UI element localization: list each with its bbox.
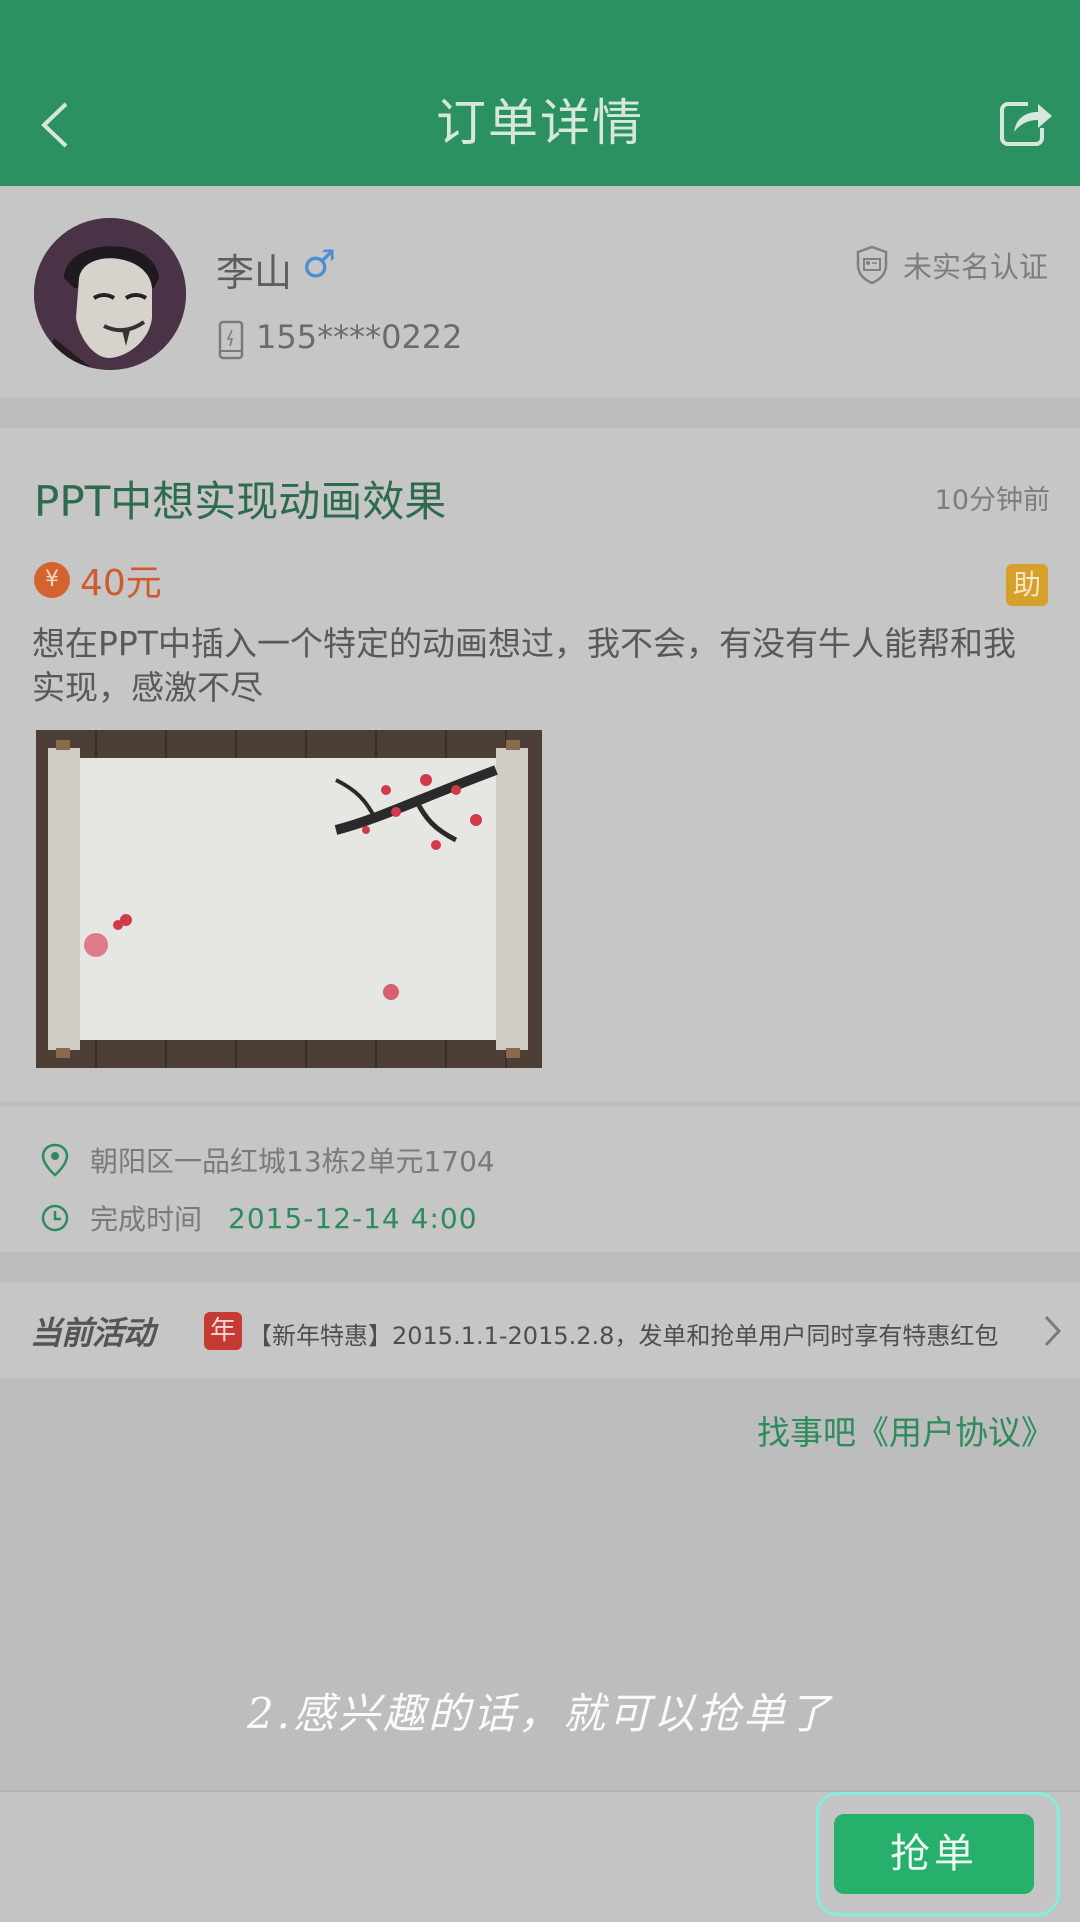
address-row: 朝阳区一品红城13栋2单元1704 (40, 1140, 495, 1180)
avatar[interactable] (34, 218, 186, 370)
page-title: 订单详情 (436, 94, 644, 152)
completion-time: 2015-12-14 4:00 (228, 1201, 478, 1235)
mask-avatar-icon (34, 218, 186, 370)
user-name: 李山 (216, 251, 293, 295)
app-header: 订单详情 (0, 0, 1080, 186)
order-image[interactable] (36, 730, 542, 1068)
order-description: 想在PPT中插入一个特定的动画想过，我不会，有没有牛人能帮和我实现，感激不尽 (32, 624, 1016, 707)
location-pin-icon (41, 1143, 69, 1177)
grab-order-button[interactable]: 抢单 (834, 1814, 1034, 1894)
completion-row: 完成时间 2015-12-14 4:00 (40, 1198, 478, 1238)
info-card: 朝阳区一品红城13栋2单元1704 完成时间 2015-12-14 4:00 (0, 1106, 1080, 1252)
chevron-right-icon (1044, 1315, 1062, 1347)
verification-label: 未实名认证 (902, 250, 1048, 284)
clock-icon (41, 1204, 69, 1232)
activity-label: 当前活动 (30, 1314, 155, 1352)
yuan-icon: ¥ (34, 562, 70, 598)
order-time: 10分钟前 (934, 485, 1050, 516)
activity-text: 【新年特惠】2015.1.1-2015.2.8，发单和抢单用户同时享有特惠红包 (248, 1322, 999, 1350)
phone-number: 155****0222 (256, 318, 463, 356)
phone-icon (218, 320, 244, 360)
share-button[interactable] (998, 98, 1054, 150)
scroll-painting-image (36, 730, 542, 1068)
completion-label: 完成时间 (90, 1203, 203, 1236)
user-agreement-link[interactable]: 找事吧《用户协议》 (757, 1406, 1054, 1454)
verification-status: 未实名认证 (855, 244, 1048, 286)
order-title: PPT中想实现动画效果 (34, 477, 447, 526)
new-year-badge: 年 (204, 1312, 242, 1350)
share-icon (1000, 102, 1052, 146)
id-shield-icon (856, 245, 888, 285)
activity-banner[interactable]: 当前活动 年 【新年特惠】2015.1.1-2015.2.8，发单和抢单用户同时… (0, 1282, 1080, 1378)
address-text: 朝阳区一品红城13栋2单元1704 (90, 1145, 495, 1178)
tutorial-caption: 2.感兴趣的话，就可以抢单了 (246, 1689, 834, 1738)
male-icon: ♂ (302, 242, 337, 286)
order-card: PPT中想实现动画效果 10分钟前 ¥ 40元 助 想在PPT中插入一个特定的动… (0, 428, 1080, 1102)
help-badge: 助 (1006, 564, 1048, 606)
user-card: 李山 ♂ 155****0222 未实名认证 (0, 186, 1080, 398)
order-price: 40元 (80, 563, 162, 604)
